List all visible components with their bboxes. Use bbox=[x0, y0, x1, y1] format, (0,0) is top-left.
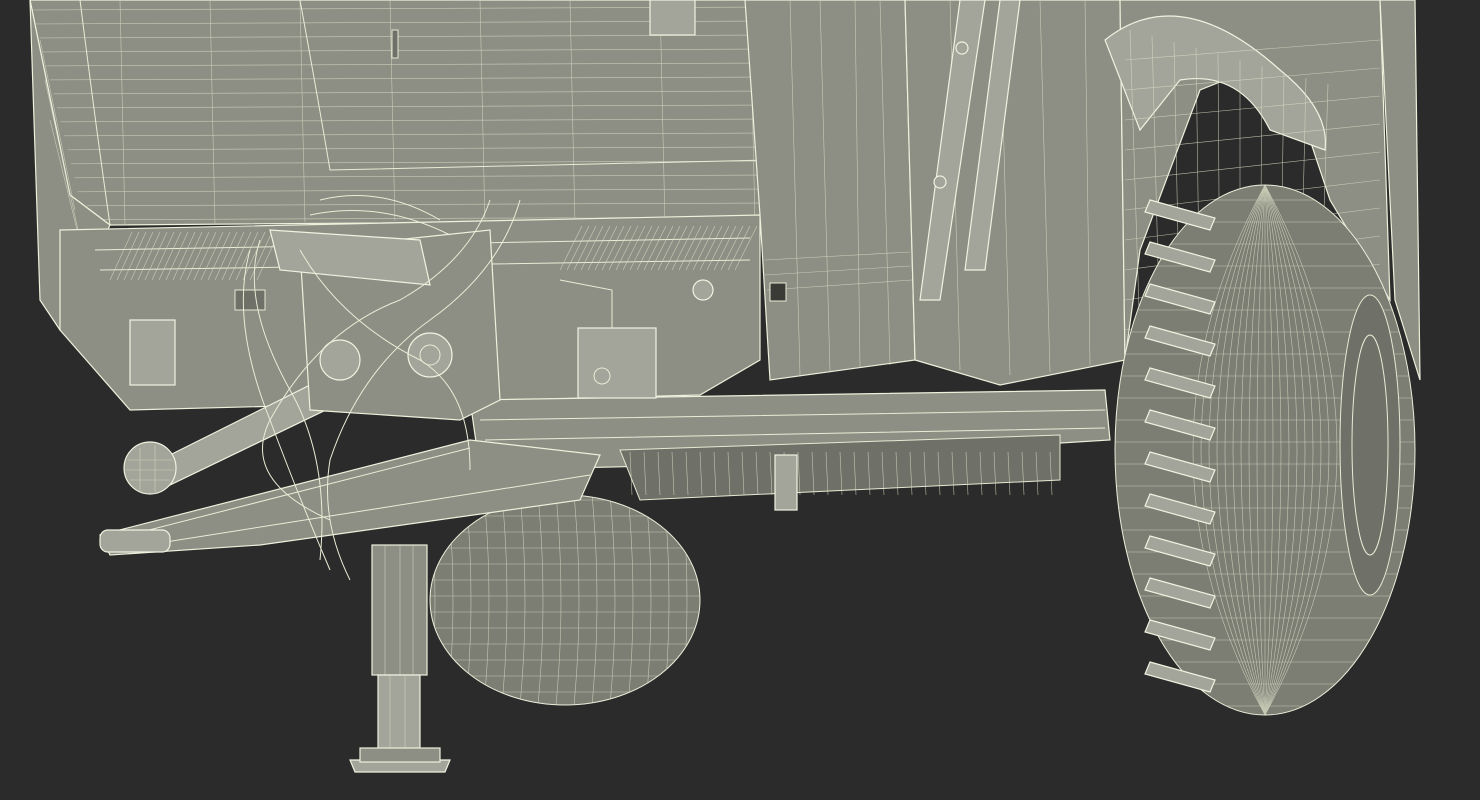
trailer-wireframe-model bbox=[29, 0, 1421, 773]
discharge-chute bbox=[744, 0, 1126, 386]
hopper-body bbox=[29, 0, 771, 226]
wireframe-render-scene bbox=[0, 0, 1480, 800]
left-tyre bbox=[429, 494, 701, 706]
pto-shaft-end bbox=[123, 441, 177, 495]
